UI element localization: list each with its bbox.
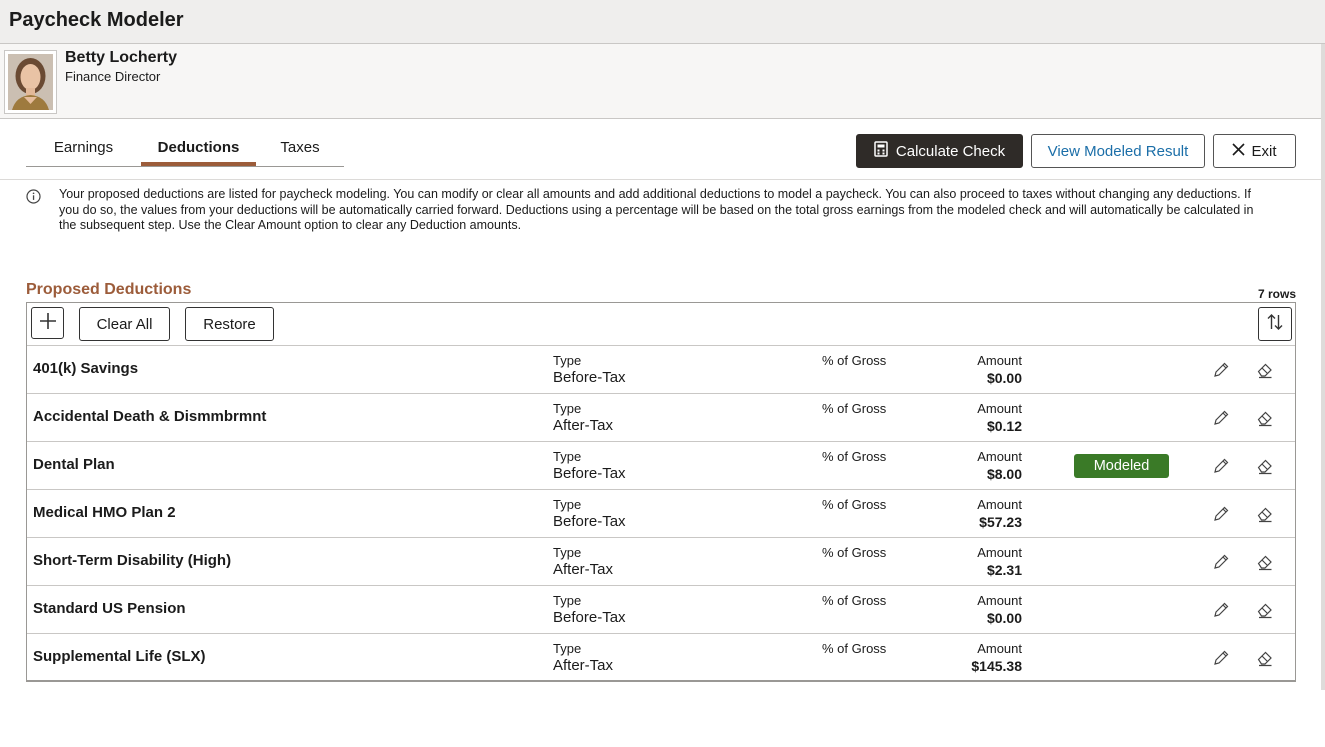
calculate-check-button[interactable]: Calculate Check — [856, 134, 1023, 168]
pencil-icon[interactable] — [1212, 553, 1230, 571]
page-title: Paycheck Modeler — [9, 9, 184, 31]
tab-bar: Earnings Deductions Taxes — [26, 133, 344, 167]
table-row[interactable]: Medical HMO Plan 2 Type Before-Tax % of … — [27, 490, 1295, 538]
grid-toolbar: Clear All Restore — [27, 303, 1295, 346]
deduction-name: Short-Term Disability (High) — [33, 552, 232, 569]
tab-taxes[interactable]: Taxes — [256, 133, 344, 166]
pct-gross-label: % of Gross — [822, 545, 887, 560]
deduction-name: Medical HMO Plan 2 — [33, 504, 176, 521]
deduction-name: Dental Plan — [33, 456, 115, 473]
calculator-icon — [874, 141, 888, 161]
exit-button[interactable]: Exit — [1213, 134, 1296, 168]
pencil-icon[interactable] — [1212, 649, 1230, 667]
type-label: Type — [553, 497, 582, 512]
type-label: Type — [553, 401, 582, 416]
eraser-icon[interactable] — [1256, 553, 1274, 571]
modeled-badge: Modeled — [1074, 454, 1169, 478]
pct-gross-label: % of Gross — [822, 593, 887, 608]
pct-gross-label: % of Gross — [822, 401, 887, 416]
pencil-icon[interactable] — [1212, 409, 1230, 427]
table-row[interactable]: Standard US Pension Type Before-Tax % of… — [27, 586, 1295, 634]
pencil-icon[interactable] — [1212, 505, 1230, 523]
eraser-icon[interactable] — [1256, 409, 1274, 427]
pencil-icon[interactable] — [1212, 361, 1230, 379]
employee-title: Finance Director — [65, 69, 161, 84]
table-row[interactable]: 401(k) Savings Type Before-Tax % of Gros… — [27, 346, 1295, 394]
pct-gross-label: % of Gross — [822, 641, 887, 656]
employee-name: Betty Locherty — [65, 49, 178, 66]
pct-gross-label: % of Gross — [822, 497, 887, 512]
amount-label: Amount — [977, 401, 1022, 416]
amount-value: $57.23 — [979, 514, 1022, 530]
sort-button[interactable] — [1258, 307, 1292, 341]
exit-label: Exit — [1251, 142, 1277, 160]
type-value: Before-Tax — [553, 513, 626, 530]
type-label: Type — [553, 593, 582, 608]
eraser-icon[interactable] — [1256, 505, 1274, 523]
plus-icon — [39, 312, 57, 334]
employee-photo — [8, 54, 53, 110]
eraser-icon[interactable] — [1256, 361, 1274, 379]
page-scrollbar[interactable] — [1321, 44, 1325, 690]
type-label: Type — [553, 353, 582, 368]
deduction-name: 401(k) Savings — [33, 360, 139, 377]
avatar — [4, 50, 57, 114]
type-value: After-Tax — [553, 561, 614, 578]
amount-label: Amount — [977, 353, 1022, 368]
type-value: After-Tax — [553, 657, 614, 674]
type-value: After-Tax — [553, 417, 614, 434]
divider — [0, 179, 1325, 180]
eraser-icon[interactable] — [1256, 457, 1274, 475]
type-value: Before-Tax — [553, 609, 626, 626]
amount-value: $145.38 — [971, 658, 1022, 674]
grid-title: Proposed Deductions — [26, 281, 192, 298]
eraser-icon[interactable] — [1256, 601, 1274, 619]
pct-gross-label: % of Gross — [822, 449, 887, 464]
type-value: Before-Tax — [553, 369, 626, 386]
restore-button[interactable]: Restore — [185, 307, 274, 341]
table-row[interactable]: Supplemental Life (SLX) Type After-Tax %… — [27, 634, 1295, 682]
clear-all-button[interactable]: Clear All — [79, 307, 170, 341]
info-message: Your proposed deductions are listed for … — [59, 187, 1254, 232]
table-row[interactable]: Short-Term Disability (High) Type After-… — [27, 538, 1295, 586]
deduction-name: Accidental Death & Dismmbrmnt — [33, 408, 267, 425]
amount-value: $2.31 — [986, 562, 1022, 578]
amount-value: $0.00 — [986, 610, 1022, 626]
table-row[interactable]: Dental Plan Type Before-Tax % of Gross A… — [27, 442, 1295, 490]
view-modeled-result-button[interactable]: View Modeled Result — [1031, 134, 1205, 168]
calculate-check-label: Calculate Check — [895, 142, 1006, 160]
deduction-name: Supplemental Life (SLX) — [33, 648, 206, 665]
eraser-icon[interactable] — [1256, 649, 1274, 667]
tab-earnings[interactable]: Earnings — [26, 133, 141, 166]
type-label: Type — [553, 641, 582, 656]
pct-gross-label: % of Gross — [822, 353, 887, 368]
title-bar: Paycheck Modeler — [0, 0, 1325, 44]
amount-label: Amount — [977, 593, 1022, 608]
pencil-icon[interactable] — [1212, 457, 1230, 475]
close-icon — [1232, 142, 1246, 160]
tab-deductions[interactable]: Deductions — [141, 133, 256, 166]
amount-label: Amount — [977, 545, 1022, 560]
row-count: 7 rows — [1257, 287, 1296, 301]
type-label: Type — [553, 449, 582, 464]
pencil-icon[interactable] — [1212, 601, 1230, 619]
deductions-grid: Clear All Restore 401(k) Savings Type Be… — [26, 302, 1296, 682]
type-value: Before-Tax — [553, 465, 626, 482]
amount-label: Amount — [977, 497, 1022, 512]
deduction-name: Standard US Pension — [33, 600, 186, 617]
amount-value: $8.00 — [986, 466, 1022, 482]
add-row-button[interactable] — [31, 307, 64, 339]
employee-header: Betty Locherty Finance Director — [0, 44, 1325, 119]
amount-label: Amount — [977, 641, 1022, 656]
sort-icon — [1266, 313, 1284, 335]
type-label: Type — [553, 545, 582, 560]
amount-value: $0.00 — [986, 370, 1022, 386]
amount-label: Amount — [977, 449, 1022, 464]
amount-value: $0.12 — [986, 418, 1022, 434]
info-circle-icon — [26, 189, 41, 209]
table-row[interactable]: Accidental Death & Dismmbrmnt Type After… — [27, 394, 1295, 442]
